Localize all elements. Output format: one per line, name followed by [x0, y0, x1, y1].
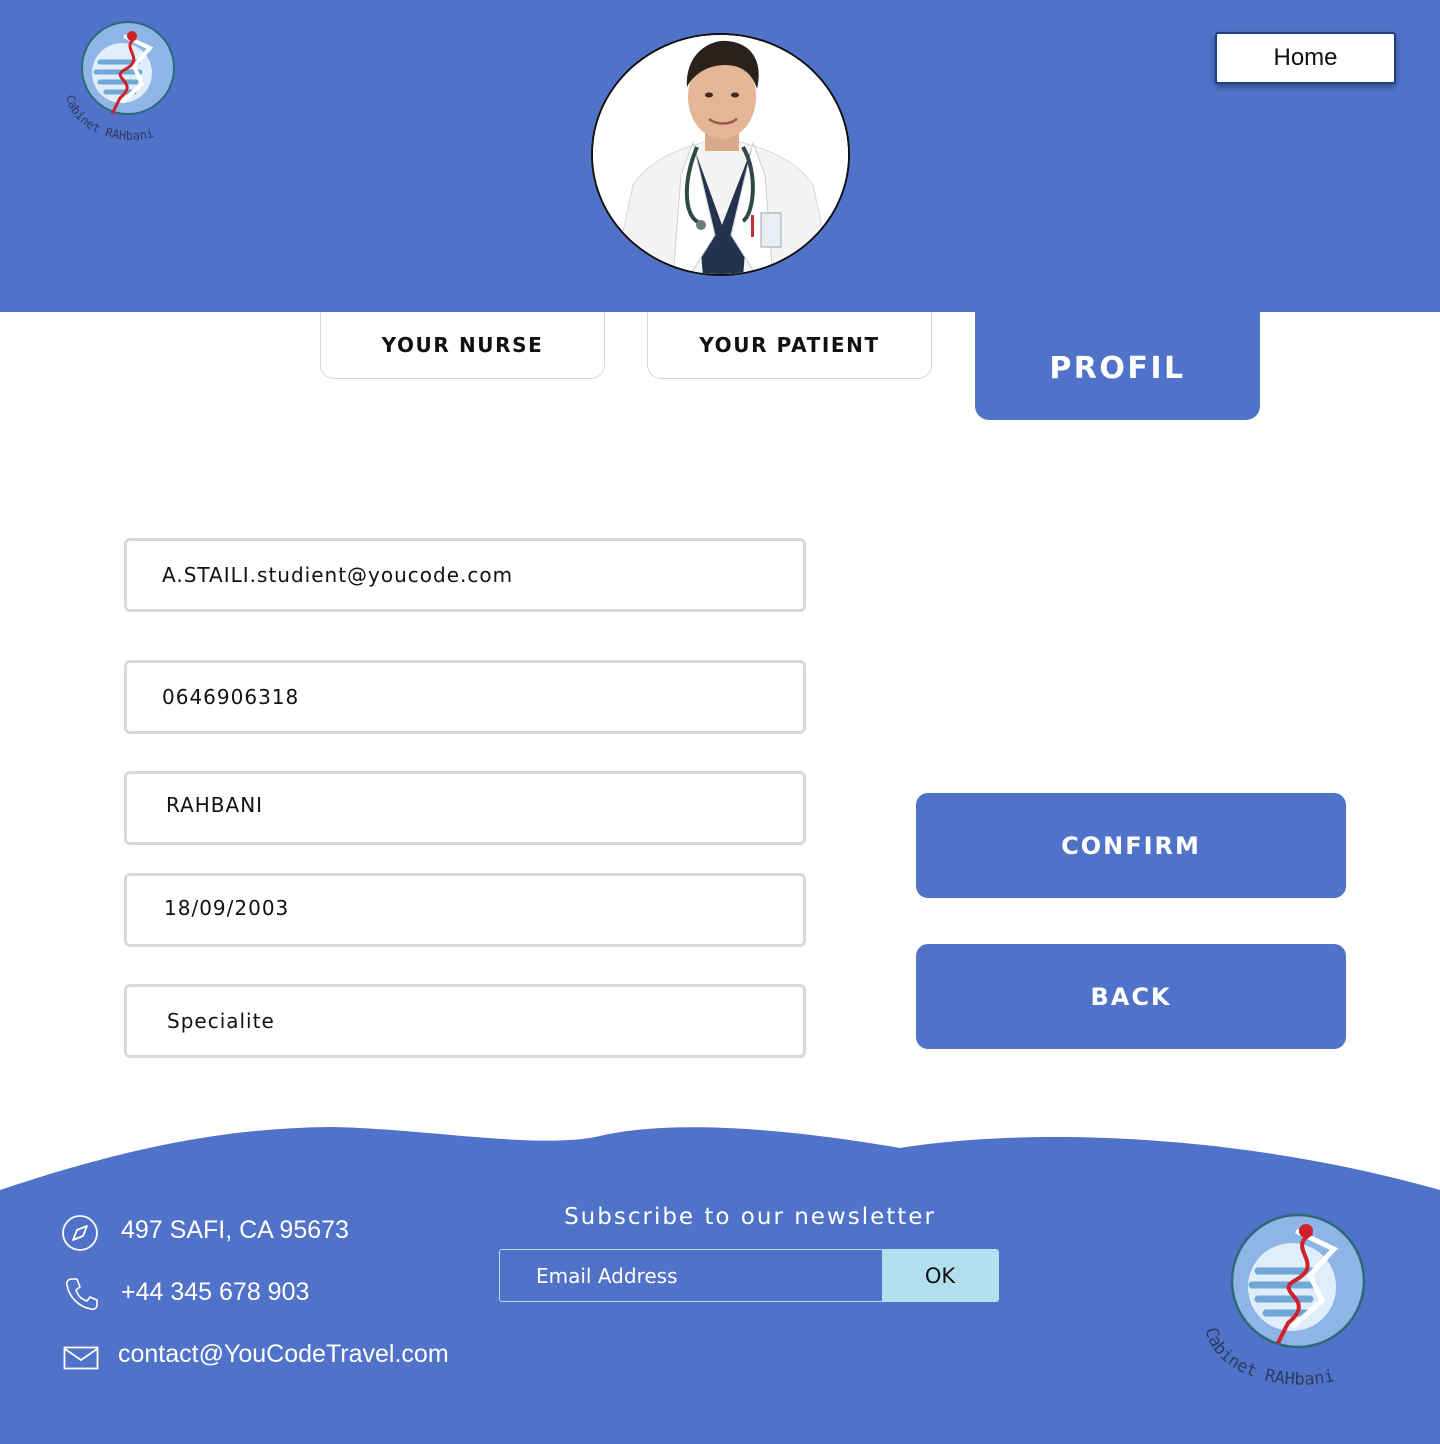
confirm-button[interactable]: CONFIRM: [916, 793, 1346, 898]
newsletter-ok-button[interactable]: OK: [882, 1250, 998, 1301]
footer-phone: +44 345 678 903: [121, 1278, 310, 1306]
tab-your-patient[interactable]: YOUR PATIENT: [647, 312, 932, 379]
footer-address: 497 SAFI, CA 95673: [121, 1216, 349, 1244]
home-button[interactable]: Home: [1215, 32, 1396, 84]
birthdate-field[interactable]: [124, 873, 806, 947]
newsletter-email-input[interactable]: [500, 1250, 882, 1301]
newsletter-form: OK: [499, 1249, 999, 1302]
cabinet-logo-footer: Cabinet RAHbani: [1201, 1213, 1366, 1385]
compass-icon: [62, 1215, 98, 1251]
footer-email[interactable]: contact@YouCodeTravel.com: [118, 1340, 449, 1369]
doctor-avatar: [591, 33, 850, 276]
name-field[interactable]: [124, 771, 806, 845]
back-button[interactable]: BACK: [916, 944, 1346, 1049]
tab-your-nurse[interactable]: YOUR NURSE: [320, 312, 605, 379]
newsletter-title: Subscribe to our newsletter: [564, 1204, 936, 1230]
phone-field[interactable]: [124, 660, 806, 734]
tab-profil[interactable]: PROFIL: [975, 312, 1260, 420]
cabinet-logo[interactable]: Cabinet RAHbani: [58, 18, 198, 142]
mail-icon: [63, 1346, 99, 1370]
email-field[interactable]: [124, 538, 806, 612]
phone-icon: [65, 1278, 98, 1311]
specialite-field[interactable]: [124, 984, 806, 1058]
